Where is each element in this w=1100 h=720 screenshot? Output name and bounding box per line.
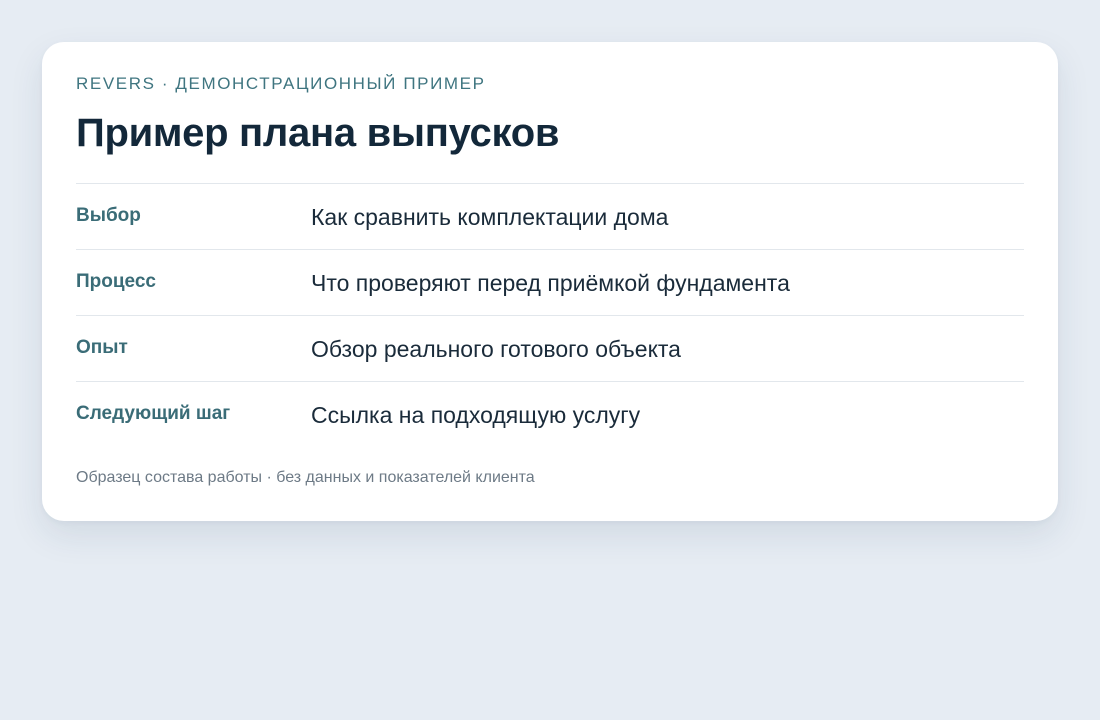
plan-row-label: Процесс bbox=[76, 271, 156, 292]
page-title: Пример плана выпусков bbox=[76, 111, 560, 155]
plan-row-label: Опыт bbox=[76, 337, 128, 358]
plan-row-process: Процесс Что проверяют перед приёмкой фун… bbox=[76, 250, 1024, 316]
eyebrow-label: REVERS · ДЕМОНСТРАЦИОННЫЙ ПРИМЕР bbox=[76, 74, 486, 93]
plan-row-label: Следующий шаг bbox=[76, 403, 231, 424]
plan-row-value: Что проверяют перед приёмкой фундамента bbox=[311, 270, 790, 296]
plan-row-value: Ссылка на подходящую услугу bbox=[311, 402, 641, 428]
footnote: Образец состава работы · без данных и по… bbox=[76, 469, 535, 486]
plan-row-value: Как сравнить комплектации дома bbox=[311, 204, 669, 230]
plan-table: Выбор Как сравнить комплектации дома Про… bbox=[76, 183, 1024, 448]
plan-row-choice: Выбор Как сравнить комплектации дома bbox=[76, 184, 1024, 250]
release-plan-card: REVERS · ДЕМОНСТРАЦИОННЫЙ ПРИМЕР Пример … bbox=[42, 42, 1058, 521]
plan-row-next-step: Следующий шаг Ссылка на подходящую услуг… bbox=[76, 382, 1024, 448]
plan-row-value: Обзор реального готового объекта bbox=[311, 336, 681, 362]
plan-row-experience: Опыт Обзор реального готового объекта bbox=[76, 316, 1024, 382]
plan-row-label: Выбор bbox=[76, 205, 141, 226]
